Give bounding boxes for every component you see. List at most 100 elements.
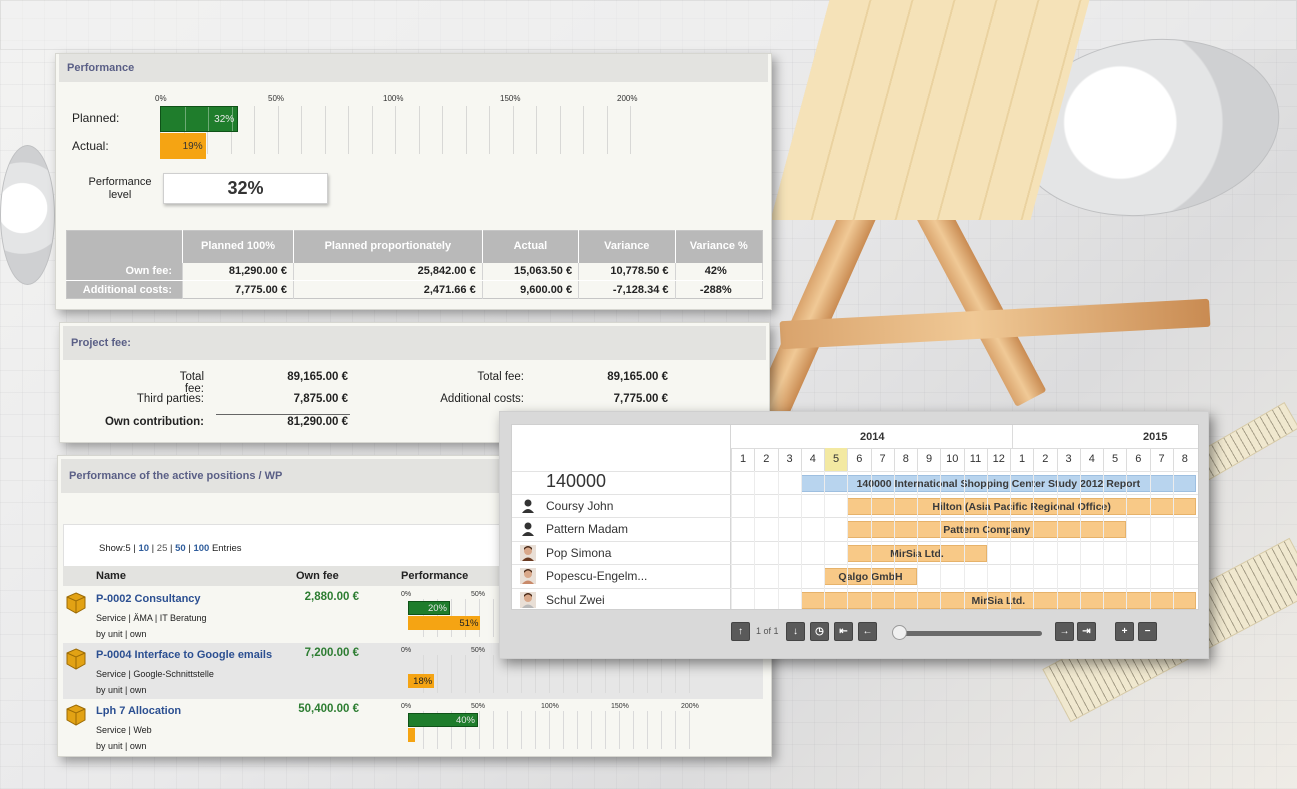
table-cell: 7,775.00 € — [182, 280, 294, 299]
position-detail: by unit | own — [96, 685, 147, 695]
scale-gridline — [633, 655, 634, 693]
scale-gridline — [619, 655, 620, 693]
scale-label: 200% — [681, 703, 699, 710]
timeline-slider-handle[interactable] — [892, 625, 907, 640]
scroll-down-button[interactable]: ↓ — [786, 622, 805, 641]
month-label: 5 — [824, 448, 847, 471]
scale-label: 100% — [541, 703, 559, 710]
previous-button[interactable]: ← — [858, 622, 877, 641]
scale-gridline — [591, 655, 592, 693]
position-link[interactable]: P-0002 Consultancy — [96, 593, 201, 605]
col-header-fee[interactable]: Own fee — [296, 570, 339, 582]
scale-gridline — [577, 711, 578, 749]
timeline-slider[interactable] — [897, 631, 1042, 636]
scale-gridline — [493, 599, 494, 637]
person-icon — [522, 522, 534, 537]
zoom-in-button[interactable]: + — [1115, 622, 1134, 641]
entries-option[interactable]: 5 — [125, 543, 130, 554]
resource-name[interactable]: Pop Simona — [546, 546, 611, 560]
scale-gridline — [675, 655, 676, 693]
month-label: 10 — [940, 448, 963, 471]
table-cell: -288% — [675, 280, 763, 299]
scale-gridline — [605, 711, 606, 749]
scale-gridline — [591, 711, 592, 749]
timeline-bar[interactable]: Hilton (Asia Pacific Regional Office) — [847, 498, 1196, 515]
entries-option[interactable]: 50 — [175, 543, 186, 554]
month-label: 1 — [731, 448, 754, 471]
month-label: 4 — [800, 448, 824, 471]
month-gridline — [731, 471, 732, 609]
month-label: 2 — [754, 448, 777, 471]
month-gridline — [777, 471, 779, 609]
scale-gridline — [535, 655, 536, 693]
year-divider — [1012, 425, 1013, 448]
entries-option[interactable]: 10 — [138, 543, 149, 554]
performance-level-label-line: Performance — [88, 176, 152, 188]
scroll-up-button[interactable]: ↑ — [731, 622, 750, 641]
package-icon — [66, 592, 86, 614]
avatar — [520, 591, 536, 608]
planned-label: Planned: — [72, 111, 120, 125]
scale-gridline — [395, 106, 396, 154]
scale-gridline — [489, 106, 490, 154]
col-header-name[interactable]: Name — [96, 570, 126, 582]
fee-value: 89,165.00 € — [287, 371, 348, 383]
planned-bar: 20% — [408, 601, 450, 615]
scale-gridline — [559, 106, 561, 154]
month-gridline — [1103, 471, 1104, 609]
scale-label: 0% — [401, 703, 412, 710]
year-label: 2014 — [860, 431, 885, 443]
timeline-bar[interactable]: 140000 International Shopping Center Stu… — [800, 475, 1196, 492]
table-corner — [66, 230, 183, 263]
gantt-chart: 2014 2015 1 2 3 4 5 6 7 8 9 10 11 12 1 2 3 4 5 6 7 8 140000… — [511, 424, 1199, 610]
scale-label: 50% — [268, 94, 285, 103]
scale-gridline — [689, 655, 690, 693]
resource-name[interactable]: Schul Zwei — [546, 593, 605, 607]
fee-label: Total fee: — [477, 371, 524, 383]
entries-selector: Show:5 | 10 | 25 | 50 | 100 Entries — [99, 543, 242, 554]
col-header: Planned 100% — [182, 230, 294, 263]
month-label: 6 — [1126, 448, 1149, 471]
scale-gridline — [521, 655, 522, 693]
zoom-out-button[interactable]: − — [1138, 622, 1157, 641]
scale-gridline — [277, 106, 279, 154]
scale-label: 100% — [383, 94, 404, 103]
scale-gridline — [577, 655, 578, 693]
table-row: Lph 7 Allocation Service | Web by unit |… — [63, 699, 763, 755]
scale-gridline — [479, 711, 480, 749]
page-indicator: 1 of 1 — [756, 626, 779, 636]
month-gridline — [1010, 471, 1011, 609]
resource-name[interactable]: Pattern Madam — [546, 522, 628, 536]
fee-label: Additional costs: — [440, 393, 524, 405]
table-cell: 2,471.66 € — [293, 280, 483, 299]
today-button[interactable]: ◷ — [810, 622, 829, 641]
table-cell: 25,842.00 € — [293, 262, 483, 281]
planned-bar: 40% — [408, 713, 478, 727]
scale-gridline — [583, 106, 584, 154]
row-header: Additional costs: — [66, 280, 183, 299]
month-label: 9 — [917, 448, 940, 471]
last-page-button[interactable]: ⇥ — [1077, 622, 1096, 641]
position-link[interactable]: Lph 7 Allocation — [96, 705, 181, 717]
fee-label: Third parties: — [136, 393, 204, 405]
month-label: 5 — [1103, 448, 1126, 471]
performance-title: Performance — [59, 54, 768, 82]
scale-label: 0% — [401, 647, 412, 654]
first-page-button[interactable]: ⇤ — [834, 622, 853, 641]
timeline-bar[interactable]: MirSia Ltd. — [800, 591, 1196, 609]
gantt-toolbar: ↑ 1 of 1 ↓ ◷ ⇤ ← → ⇥ + − — [500, 622, 1210, 644]
scale-gridline — [675, 711, 676, 749]
performance-chart: 32% 19% — [160, 106, 640, 159]
next-button[interactable]: → — [1055, 622, 1074, 641]
position-link[interactable]: P-0004 Interface to Google emails — [96, 649, 272, 661]
month-gridline — [1033, 471, 1035, 609]
entries-option[interactable]: 25 — [157, 543, 168, 554]
col-header: Actual — [482, 230, 580, 263]
scale-gridline — [536, 106, 537, 154]
scale-gridline — [689, 711, 690, 749]
resource-name[interactable]: Popescu-Engelm... — [546, 569, 647, 583]
resource-name[interactable]: Coursy John — [546, 499, 613, 513]
entries-option[interactable]: 100 — [193, 543, 209, 554]
col-header-performance[interactable]: Performance — [401, 570, 468, 582]
performance-level-label-line: level — [108, 189, 132, 201]
